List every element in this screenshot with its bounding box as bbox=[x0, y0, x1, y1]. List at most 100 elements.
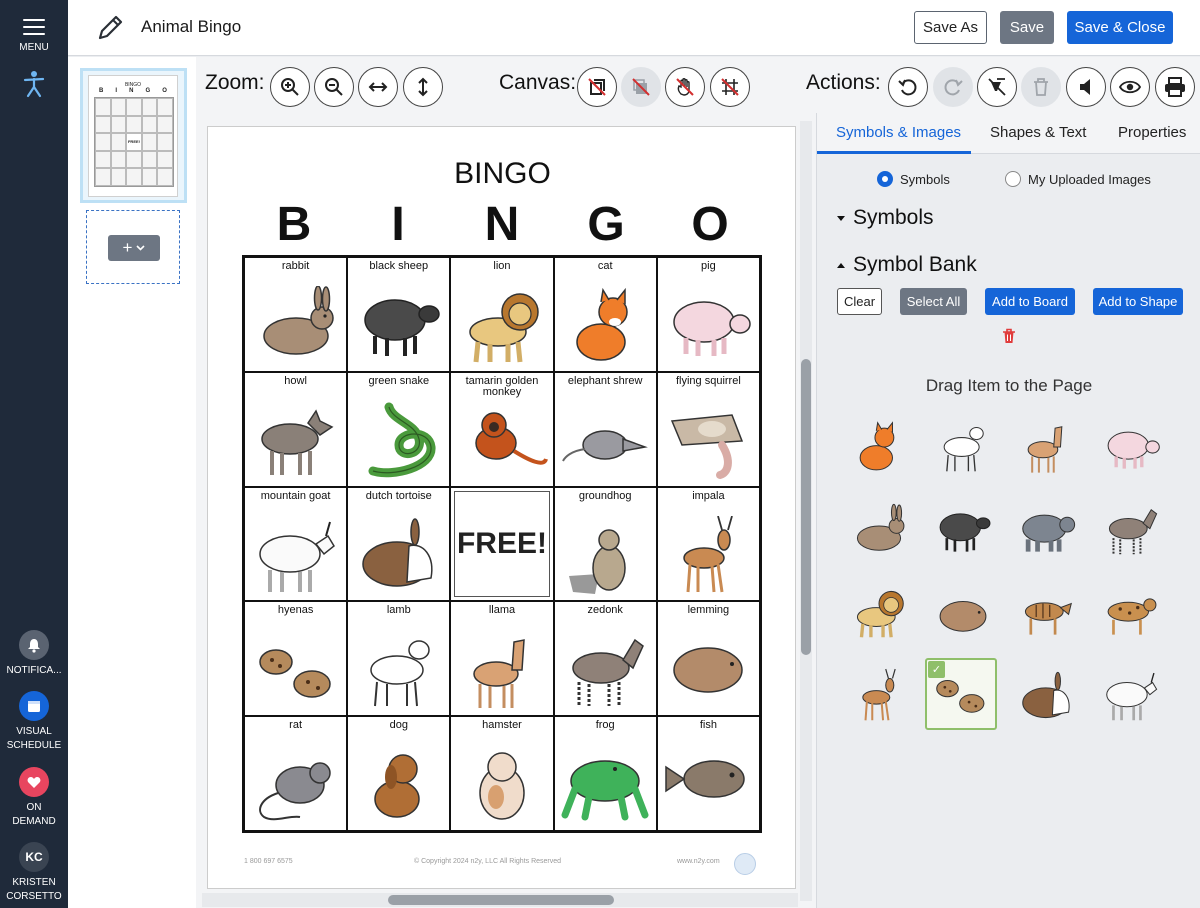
bingo-cell-pig[interactable]: pig bbox=[656, 257, 760, 372]
canvas-copy-off-button[interactable] bbox=[577, 67, 617, 107]
n2y-logo[interactable] bbox=[0, 70, 68, 103]
radio-uploaded-images[interactable]: My Uploaded Images bbox=[1005, 171, 1151, 187]
tab-properties[interactable]: Properties bbox=[1118, 124, 1186, 141]
bingo-letter-n[interactable]: N bbox=[450, 197, 554, 252]
zoom-in-button[interactable] bbox=[270, 67, 310, 107]
bingo-cell-dutch-tortoise[interactable]: dutch tortoise bbox=[347, 486, 451, 602]
vertical-scrollbar[interactable] bbox=[800, 121, 812, 901]
delete-symbols-button[interactable] bbox=[1002, 328, 1016, 349]
bingo-cell-zedonk[interactable]: zedonk bbox=[553, 601, 657, 717]
bank-item-dutch-rabbit[interactable] bbox=[1011, 660, 1083, 732]
bank-item-lion[interactable] bbox=[843, 577, 915, 649]
add-page-button[interactable]: + bbox=[108, 235, 160, 261]
bingo-letter-g[interactable]: G bbox=[554, 197, 658, 252]
bank-item-cat[interactable] bbox=[843, 411, 915, 483]
bingo-cell-cat[interactable]: cat bbox=[553, 257, 657, 372]
bank-item-black-sheep[interactable] bbox=[927, 494, 999, 566]
vertical-scroll-thumb[interactable] bbox=[801, 359, 811, 655]
bank-item-lemming[interactable] bbox=[927, 577, 999, 649]
bank-item-spotted-cat[interactable] bbox=[1095, 577, 1167, 649]
radio-symbols[interactable]: Symbols bbox=[877, 171, 950, 187]
bingo-cell-llama[interactable]: llama bbox=[450, 601, 554, 717]
bank-item-impala[interactable] bbox=[843, 660, 915, 732]
bingo-cell-elephant-shrew[interactable]: elephant shrew bbox=[553, 371, 657, 487]
canvas-layer-off-button[interactable] bbox=[621, 67, 661, 107]
bingo-cell-free[interactable]: FREE! bbox=[450, 486, 554, 602]
bank-item-hyenas[interactable]: ✓ bbox=[925, 658, 997, 730]
bank-item-lamb[interactable] bbox=[927, 411, 999, 483]
bingo-cell-lamb[interactable]: lamb bbox=[347, 601, 451, 717]
canvas-grid-off-button[interactable] bbox=[710, 67, 750, 107]
save-as-button[interactable]: Save As bbox=[914, 11, 987, 44]
canvas-pan-off-button[interactable] bbox=[665, 67, 705, 107]
bingo-cell-hamster[interactable]: hamster bbox=[450, 716, 554, 831]
bingo-cell-green-snake[interactable]: green snake bbox=[347, 371, 451, 487]
print-button[interactable] bbox=[1155, 67, 1195, 107]
dog-icon bbox=[374, 754, 420, 818]
schedule-label-2: SCHEDULE bbox=[6, 740, 62, 751]
fit-width-button[interactable] bbox=[358, 67, 398, 107]
bank-item-thylacine[interactable] bbox=[1011, 577, 1083, 649]
tab-symbols-images[interactable]: Symbols & Images bbox=[836, 124, 961, 141]
page-title[interactable]: BINGO bbox=[208, 157, 797, 191]
notifications-button[interactable]: NOTIFICA... bbox=[0, 630, 68, 678]
bingo-letter-b[interactable]: B bbox=[242, 197, 346, 252]
bingo-cell-dog[interactable]: dog bbox=[347, 716, 451, 831]
page-thumbnail-1[interactable]: B I N G O B I N G O FREE! bbox=[80, 68, 187, 203]
impala-icon bbox=[683, 515, 734, 592]
cell-label: black sheep bbox=[369, 260, 429, 272]
clear-button[interactable]: Clear bbox=[837, 288, 882, 315]
bank-item-rabbit[interactable] bbox=[843, 494, 915, 566]
user-profile-button[interactable]: KC KRISTEN CORSETTO bbox=[0, 842, 68, 904]
preview-button[interactable] bbox=[1110, 67, 1150, 107]
delete-button[interactable] bbox=[1021, 67, 1061, 107]
lion-icon bbox=[469, 293, 539, 363]
cell-label: dutch tortoise bbox=[365, 489, 432, 502]
bank-item-zedonk[interactable] bbox=[1095, 494, 1167, 566]
bingo-cell-frog[interactable]: frog bbox=[553, 716, 657, 831]
bingo-cell-impala[interactable]: impala bbox=[656, 486, 760, 602]
zoom-out-button[interactable] bbox=[314, 67, 354, 107]
redo-button[interactable] bbox=[933, 67, 973, 107]
bingo-cell-groundhog[interactable]: groundhog bbox=[553, 486, 657, 602]
horizontal-scroll-thumb[interactable] bbox=[388, 895, 614, 905]
select-all-button[interactable]: Select All bbox=[900, 288, 967, 315]
hyenas-icon bbox=[258, 649, 331, 699]
symbols-section-toggle[interactable]: Symbols bbox=[837, 206, 934, 230]
save-and-close-button[interactable]: Save & Close bbox=[1067, 11, 1173, 44]
bingo-cell-black-sheep[interactable]: black sheep bbox=[347, 257, 451, 372]
bingo-cell-lemming[interactable]: lemming bbox=[656, 601, 760, 717]
bingo-letter-i[interactable]: I bbox=[346, 197, 450, 252]
bank-item-mountain-goat[interactable] bbox=[1095, 660, 1167, 732]
bingo-cell-tamarin-golden-monkey[interactable]: tamarin golden monkey bbox=[450, 371, 554, 487]
fit-height-button[interactable] bbox=[403, 67, 443, 107]
speak-button[interactable] bbox=[1066, 67, 1106, 107]
bingo-cell-lion[interactable]: lion bbox=[450, 257, 554, 372]
add-to-shape-button[interactable]: Add to Shape bbox=[1093, 288, 1183, 315]
symbol-bank-section-toggle[interactable]: Symbol Bank bbox=[837, 253, 977, 277]
clear-format-button[interactable] bbox=[977, 67, 1017, 107]
bingo-page[interactable]: BINGO B I N G O rabbit black sheep lion … bbox=[207, 126, 796, 889]
bingo-cell-howl[interactable]: howl bbox=[244, 371, 348, 487]
bank-item-llama[interactable] bbox=[1011, 411, 1083, 483]
tab-shapes-text[interactable]: Shapes & Text bbox=[990, 124, 1086, 141]
undo-button[interactable] bbox=[888, 67, 928, 107]
on-demand-button[interactable]: ON DEMAND bbox=[0, 767, 68, 829]
bingo-letter-o[interactable]: O bbox=[658, 197, 762, 252]
bank-item-bear[interactable] bbox=[1011, 494, 1083, 566]
bingo-cell-rat[interactable]: rat bbox=[244, 716, 348, 831]
horizontal-scrollbar[interactable] bbox=[202, 893, 798, 907]
save-button[interactable]: Save bbox=[1000, 11, 1054, 44]
bingo-cell-rabbit[interactable]: rabbit bbox=[244, 257, 348, 372]
bingo-cell-fish[interactable]: fish bbox=[656, 716, 760, 831]
bingo-cell-hyenas[interactable]: hyenas bbox=[244, 601, 348, 717]
visual-schedule-button[interactable]: VISUAL SCHEDULE bbox=[0, 691, 68, 753]
copy-off-icon bbox=[588, 78, 606, 96]
trash-icon bbox=[1003, 328, 1015, 343]
bingo-cell-flying-squirrel[interactable]: flying squirrel bbox=[656, 371, 760, 487]
document-title[interactable]: Animal Bingo bbox=[141, 17, 241, 37]
add-to-board-button[interactable]: Add to Board bbox=[985, 288, 1075, 315]
menu-button[interactable]: MENU bbox=[0, 14, 68, 55]
bingo-cell-mountain-goat[interactable]: mountain goat bbox=[244, 486, 348, 602]
bank-item-pig[interactable] bbox=[1095, 411, 1167, 483]
